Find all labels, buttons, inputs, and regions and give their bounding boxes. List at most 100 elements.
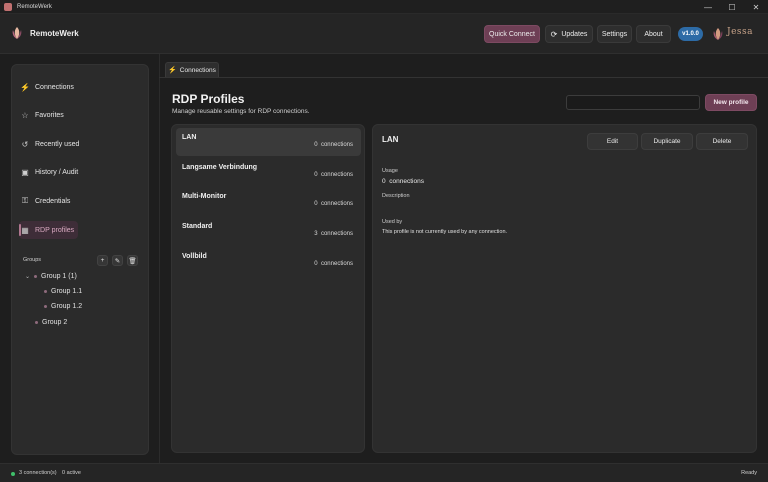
- tab-label: Connections: [179, 66, 216, 74]
- grid-icon: ▦: [21, 225, 29, 235]
- profile-row-langsame-verbindung[interactable]: Langsame Verbindung 0 connections: [176, 158, 361, 186]
- app-header: RemoteWerk Quick Connect ⟳ Updates Settin…: [0, 14, 768, 54]
- usage-value: 0 connections: [382, 178, 424, 185]
- brand-name: RemoteWerk: [30, 29, 79, 38]
- new-profile-button[interactable]: New profile: [705, 94, 757, 111]
- close-icon[interactable]: ✕: [744, 0, 768, 14]
- profile-connection-count: 0 connections: [314, 142, 353, 148]
- image-icon: ▣: [21, 167, 29, 177]
- key-icon: ⚿: [21, 196, 29, 205]
- edit-button[interactable]: Edit: [587, 133, 638, 150]
- used-by-label: Used by: [382, 219, 403, 225]
- pencil-icon: ✎: [114, 257, 121, 265]
- profile-name: Vollbild: [182, 253, 207, 260]
- partner-logo-icon: [713, 28, 723, 40]
- sidebar-item-label: RDP profiles: [35, 226, 75, 234]
- maximize-icon[interactable]: ☐: [720, 0, 744, 14]
- updates-button[interactable]: ⟳ Updates: [545, 25, 593, 43]
- sidebar-item-favorites[interactable]: ☆ Favorites: [19, 106, 64, 124]
- group-dot-icon: [44, 305, 47, 308]
- delete-button[interactable]: Delete: [696, 133, 748, 150]
- tab-divider: [159, 77, 768, 78]
- refresh-icon: ⟳: [550, 29, 558, 39]
- title-bar: RemoteWerk — ☐ ✕: [0, 0, 768, 14]
- tree-item-group-1-2[interactable]: Group 1.2: [44, 303, 82, 310]
- status-bar: 3 connection(s) 0 active Ready: [0, 463, 768, 482]
- tree-item-label: Group 1.2: [51, 303, 83, 310]
- remotewerk-logo-icon: [12, 27, 22, 39]
- profile-list: LAN 0 connections Langsame Verbindung 0 …: [171, 124, 365, 453]
- profile-row-vollbild[interactable]: Vollbild 0 connections: [176, 247, 361, 275]
- add-group-button[interactable]: +: [97, 255, 108, 266]
- partner-logo-text: Jessa: [727, 27, 754, 37]
- minimize-icon[interactable]: —: [696, 0, 720, 14]
- edit-group-button[interactable]: ✎: [112, 255, 123, 266]
- star-icon: ☆: [21, 110, 29, 120]
- tree-item-label: Group 2: [42, 319, 68, 326]
- detail-title: LAN: [382, 135, 399, 144]
- profile-connection-count: 0 connections: [314, 261, 353, 267]
- sidebar-item-recently-used[interactable]: ↺ Recently used: [19, 135, 80, 153]
- group-dot-icon: [34, 275, 38, 278]
- tab-connections[interactable]: ⚡ Connections: [165, 62, 219, 77]
- sidebar-item-label: Favorites: [35, 111, 64, 119]
- sidebar-item-history-audit[interactable]: ▣ History / Audit: [19, 163, 78, 181]
- profile-connection-count: 3 connections: [314, 231, 353, 237]
- history-icon: ↺: [21, 139, 29, 149]
- delete-group-button[interactable]: 🗑: [127, 255, 138, 266]
- about-label: About: [644, 30, 663, 38]
- sidebar-item-label: History / Audit: [35, 168, 79, 176]
- window-controls: — ☐ ✕: [696, 0, 768, 14]
- version-badge: v1.0.0: [678, 27, 703, 41]
- groups-title: Groups: [23, 257, 42, 263]
- profile-name: Langsame Verbindung: [182, 164, 258, 171]
- profile-detail: LAN Edit Duplicate Delete Usage 0 connec…: [372, 124, 757, 453]
- updates-label: Updates: [561, 30, 588, 38]
- profile-name: Standard: [182, 223, 213, 230]
- chevron-down-icon[interactable]: ⌄: [25, 273, 30, 280]
- page-subtitle: Manage reusable settings for RDP connect…: [172, 108, 310, 115]
- about-button[interactable]: About: [636, 25, 671, 43]
- profile-row-standard[interactable]: Standard 3 connections: [176, 217, 361, 245]
- status-text: Ready: [741, 470, 757, 476]
- sidebar-item-connections[interactable]: ⚡ Connections: [19, 78, 74, 96]
- settings-button[interactable]: Settings: [597, 25, 632, 43]
- sidebar-item-label: Recently used: [35, 140, 80, 148]
- sidebar-item-credentials[interactable]: ⚿ Credentials: [19, 192, 70, 210]
- group-dot-icon: [35, 321, 38, 324]
- plug-icon: ⚡: [20, 82, 30, 92]
- plus-icon: +: [100, 257, 105, 264]
- sidebar-divider: [159, 54, 160, 463]
- settings-label: Settings: [601, 30, 628, 38]
- profile-connection-count: 0 connections: [314, 201, 353, 207]
- tree-item-label: Group 1.1: [51, 288, 83, 295]
- quick-connect-button[interactable]: Quick Connect: [484, 25, 540, 43]
- description-label: Description: [382, 193, 410, 199]
- active-count: 0 active: [62, 470, 81, 476]
- profile-connection-count: 0 connections: [314, 172, 353, 178]
- used-by-text: This profile is not currently used by an…: [382, 229, 508, 235]
- profile-row-lan[interactable]: LAN 0 connections: [176, 128, 361, 156]
- delete-label: Delete: [712, 138, 732, 145]
- tree-item-group-1-1[interactable]: Group 1.1: [44, 288, 82, 295]
- sidebar: ⚡ Connections ☆ Favorites ↺ Recently use…: [11, 64, 149, 455]
- plug-icon: ⚡: [168, 67, 177, 74]
- app-icon: [4, 2, 12, 11]
- profile-row-multi-monitor[interactable]: Multi-Monitor 0 connections: [176, 187, 361, 215]
- window-title: RemoteWerk: [17, 3, 52, 10]
- sidebar-item-rdp-profiles[interactable]: ▦ RDP profiles: [19, 221, 79, 239]
- duplicate-label: Duplicate: [653, 138, 681, 145]
- search-input[interactable]: [566, 95, 700, 110]
- new-profile-label: New profile: [713, 99, 749, 106]
- tree-item-group-2[interactable]: Group 2: [35, 319, 67, 326]
- sidebar-item-label: Connections: [35, 83, 74, 91]
- profile-name: Multi-Monitor: [182, 193, 227, 200]
- trash-icon: 🗑: [128, 257, 137, 265]
- group-dot-icon: [44, 290, 47, 293]
- tree-item-label: Group 1 (1): [41, 273, 77, 280]
- connection-count: 3 connection(s): [19, 470, 57, 476]
- duplicate-button[interactable]: Duplicate: [641, 133, 693, 150]
- edit-label: Edit: [606, 138, 619, 145]
- tree-item-group-1[interactable]: ⌄ Group 1 (1): [25, 273, 77, 280]
- page-title: RDP Profiles: [172, 92, 245, 106]
